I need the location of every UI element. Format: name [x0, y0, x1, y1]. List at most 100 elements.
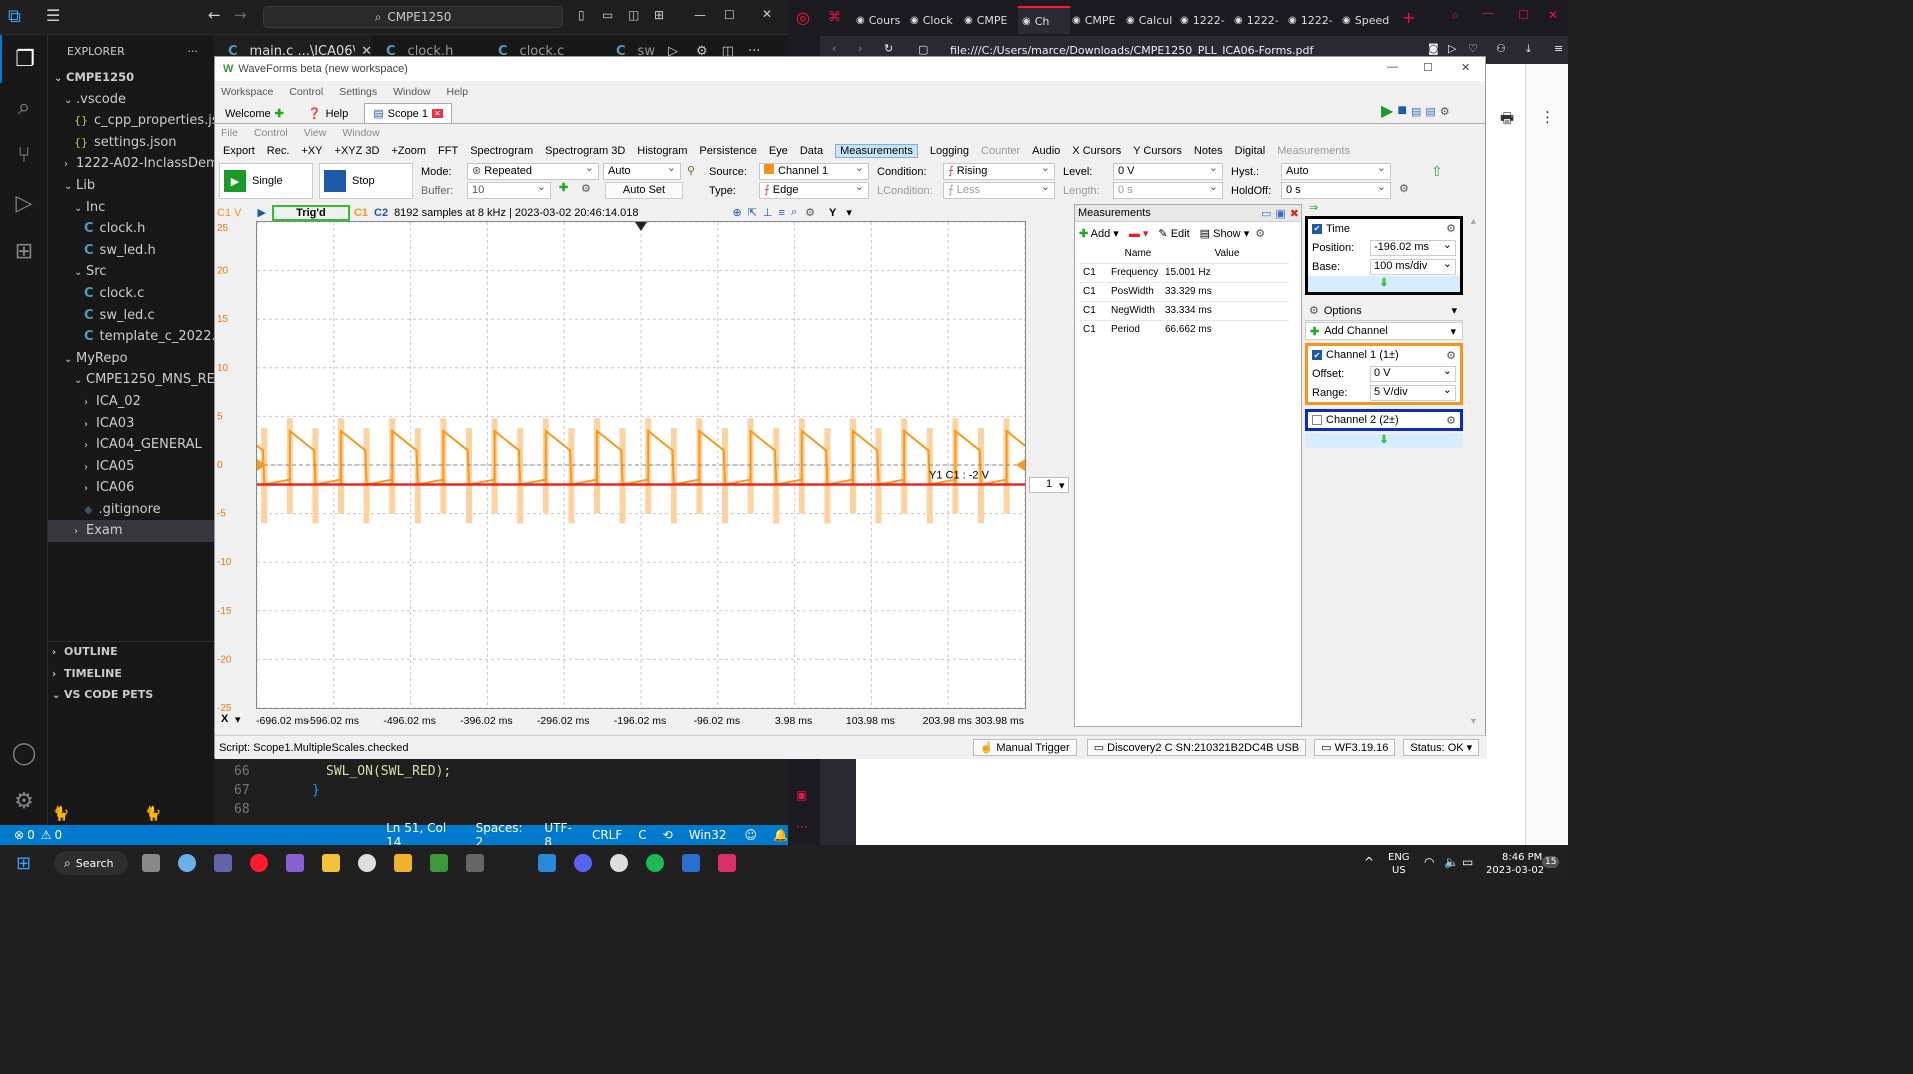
menu-icon[interactable]: ☰	[46, 6, 60, 25]
sync-icon[interactable]: ⟲	[663, 828, 673, 842]
profile-icon[interactable]: ⚇	[1496, 42, 1506, 55]
toolbar-item[interactable]: Notes	[1194, 145, 1223, 157]
channel1-range-select[interactable]: 5 V/div ⌄	[1370, 384, 1456, 401]
pinboard-icon[interactable]: ▣	[796, 788, 807, 802]
chevron-down-icon[interactable]: ▾	[846, 206, 852, 219]
add-measurement-button[interactable]: ✚ Add ▾	[1079, 227, 1119, 240]
toolbar-item[interactable]: Logging	[930, 145, 969, 157]
tree-item[interactable]: {} settings.json	[48, 132, 214, 154]
account-icon[interactable]: ◯	[0, 729, 48, 777]
maximize-icon[interactable]: ☐	[1518, 8, 1529, 22]
camera-icon[interactable]: ◙	[1428, 42, 1439, 55]
reload-icon[interactable]: ↻	[884, 42, 893, 55]
c2-toggle[interactable]: C2	[374, 207, 388, 219]
toolbar-item[interactable]: Measurements	[1277, 145, 1350, 157]
split-icon[interactable]: ◫	[628, 8, 639, 22]
maximize-icon[interactable]: ▣	[1275, 207, 1285, 220]
spotify-icon[interactable]	[646, 854, 664, 872]
vscode-icon[interactable]	[538, 854, 556, 872]
tree-item[interactable]: Csw_led.c	[48, 305, 214, 327]
toolbar-item[interactable]: Histogram	[637, 145, 687, 157]
table-row[interactable]: C1 PosWidth 33.329 ms	[1079, 282, 1289, 301]
tree-item[interactable]: Csw_led.h	[48, 240, 214, 262]
notification-badge[interactable]: 15	[1542, 856, 1560, 868]
table-row[interactable]: C1 NegWidth 33.334 ms	[1079, 301, 1289, 320]
chevron-down-icon[interactable]: ▾	[1059, 479, 1065, 492]
level-input[interactable]: 0 V	[1113, 161, 1223, 180]
settings-icon[interactable]: ⚙	[1446, 349, 1456, 362]
gamepad-icon[interactable]: ⌘	[828, 10, 841, 25]
language-mode[interactable]: C	[638, 828, 646, 842]
window-icon[interactable]: ▤	[1411, 105, 1421, 118]
app-icon[interactable]	[682, 854, 700, 872]
github-icon[interactable]	[610, 854, 628, 872]
panel-icon[interactable]: ▭	[602, 8, 613, 22]
stop-button[interactable]: Stop	[319, 163, 413, 199]
submenu-item[interactable]: Control	[254, 127, 288, 139]
settings-icon[interactable]: ⚙	[1440, 105, 1450, 118]
more-actions-icon[interactable]: ···	[188, 45, 199, 58]
battery-icon[interactable]: ▭	[1462, 855, 1473, 869]
browser-tab[interactable]: ◉ Clock	[910, 6, 962, 34]
sidebar-section[interactable]: › TIMELINE	[48, 663, 214, 685]
browser-tab[interactable]: ◉ Speed	[1342, 6, 1394, 34]
play-icon[interactable]: ▶	[257, 206, 265, 219]
y-axis-select[interactable]: Y	[829, 207, 836, 219]
settings-icon[interactable]: ⚙	[1399, 182, 1409, 195]
menu-item[interactable]: Control	[289, 86, 323, 98]
tree-item[interactable]: ◆ .gitignore	[48, 499, 214, 521]
channel1-checkbox[interactable]: ✔	[1312, 350, 1322, 360]
auto-select[interactable]: Auto	[603, 161, 681, 180]
minimize-icon[interactable]: —	[1482, 6, 1494, 20]
add-channel-button[interactable]: ✚ Add Channel ▾	[1305, 322, 1463, 340]
settings-gear-icon[interactable]: ⚙	[0, 777, 48, 825]
toolbar-item[interactable]: Audio	[1032, 145, 1060, 157]
toolbar-item[interactable]: FFT	[438, 145, 458, 157]
print-icon[interactable]: 🖶	[1500, 108, 1514, 133]
sidebar-section[interactable]: › OUTLINE	[48, 641, 214, 663]
taskbar-search[interactable]: ⌕ Search	[54, 851, 128, 875]
channel2-checkbox[interactable]	[1312, 415, 1322, 425]
file-explorer-icon[interactable]	[322, 854, 340, 872]
more-icon[interactable]: ···	[796, 820, 807, 834]
snipping-icon[interactable]	[718, 854, 736, 872]
minimize-icon[interactable]: —	[694, 8, 706, 22]
customize-layout-icon[interactable]: ⊞	[654, 8, 664, 22]
zoom-in-icon[interactable]: ⊕	[732, 206, 741, 219]
source-select[interactable]: Channel 1	[759, 161, 869, 180]
code-editor[interactable]: 66 SWL_ON(SWL_RED); 67 } 68	[214, 757, 788, 825]
browser-tab[interactable]: ◉ CMPE	[964, 6, 1016, 34]
extensions-icon[interactable]: ⊞	[0, 227, 48, 275]
buffer-input[interactable]: 10	[467, 180, 551, 199]
channel1-offset-input[interactable]: 0 V ⌄	[1370, 365, 1456, 382]
visual-studio-icon[interactable]	[286, 854, 304, 872]
type-select[interactable]: ⨍ Edge	[759, 180, 869, 199]
menu-item[interactable]: Help	[447, 86, 469, 98]
toolbar-item[interactable]: Persistence	[699, 145, 756, 157]
settings-icon[interactable]: ⚙	[805, 206, 815, 219]
sidebar-section[interactable]: ⌄ VS CODE PETS	[48, 684, 214, 706]
app-icon[interactable]	[358, 854, 376, 872]
toolbar-item[interactable]: Counter	[981, 145, 1020, 157]
browser-tab[interactable]: ◉ CMPE	[1072, 6, 1124, 34]
tab-help[interactable]: ❓ Help	[300, 104, 356, 123]
close-icon[interactable]: ✕	[1461, 61, 1470, 74]
chevron-up-icon[interactable]: ^	[1364, 855, 1374, 869]
submenu-item[interactable]: View	[304, 127, 327, 139]
table-row[interactable]: C1 Period 66.662 ms	[1079, 320, 1289, 339]
toolbar-item[interactable]: Rec.	[267, 145, 290, 157]
close-icon[interactable]: ✖	[1290, 207, 1299, 220]
show-button[interactable]: ▤ Show ▾	[1200, 227, 1250, 240]
browser-tab[interactable]: ◉ Cours	[856, 6, 908, 34]
settings-icon[interactable]: ⚙	[1255, 227, 1265, 240]
source-control-icon[interactable]: ⑂	[0, 131, 48, 179]
stop-icon[interactable]: ■	[1397, 102, 1407, 120]
tree-item[interactable]: ⌄ MyRepo	[48, 348, 214, 370]
tree-item[interactable]: {} c_cpp_properties.json	[48, 110, 214, 132]
time-checkbox[interactable]: ✔	[1312, 223, 1322, 234]
back-icon[interactable]: ‹	[832, 42, 836, 55]
eol[interactable]: CRLF	[592, 828, 622, 842]
error-count[interactable]: 0	[27, 828, 35, 842]
tree-item[interactable]: ⌄ Lib	[48, 175, 214, 197]
toolbar-item[interactable]: +Zoom	[391, 145, 426, 157]
